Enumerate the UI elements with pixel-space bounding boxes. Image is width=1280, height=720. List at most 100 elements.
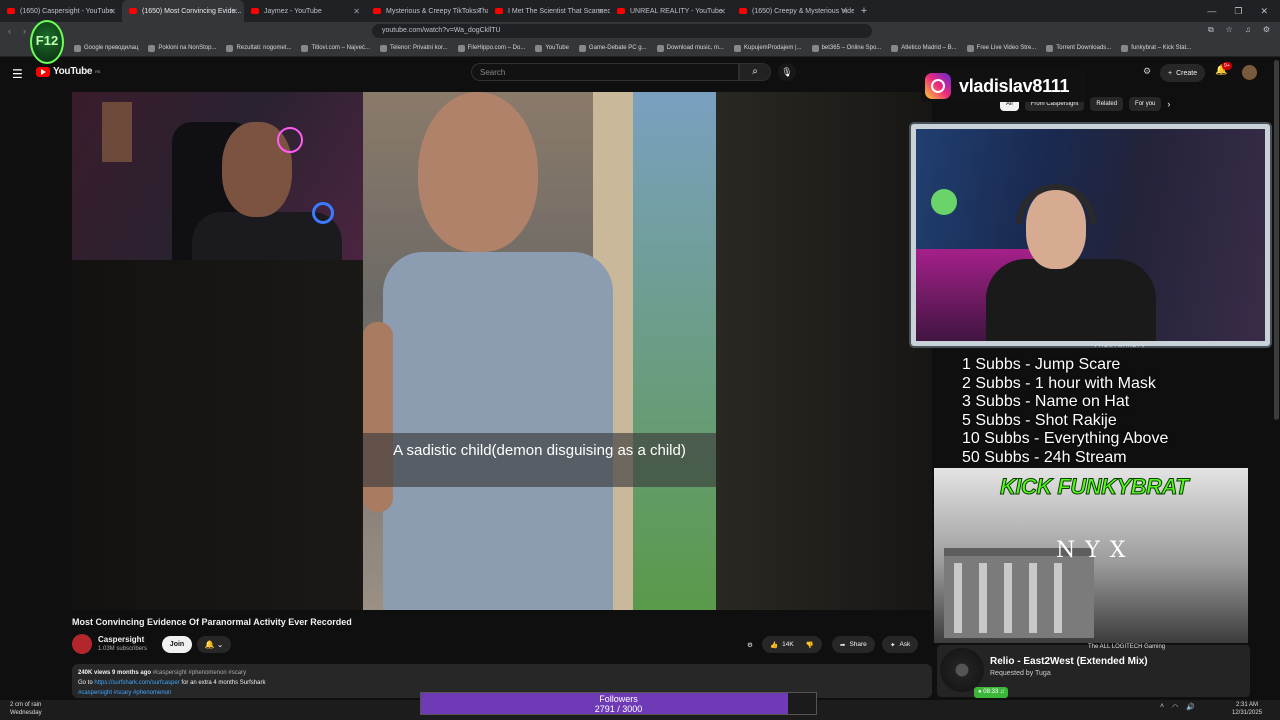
bookmark-item[interactable]: Telenor: Privatni kor... [379,44,448,52]
settings-icon[interactable]: ⚙ [1263,25,1270,35]
temple-column [1029,563,1037,633]
subscriber-count: 1.03M subscribers [98,646,148,652]
bookmark-star-icon[interactable]: ☆ [1226,25,1233,35]
bookmark-label: Atletico Madrid – B... [901,45,957,51]
maximize-icon[interactable]: ❐ [1234,6,1242,17]
plus-icon: + [1168,69,1173,77]
bookmark-item[interactable]: bet365 – Online Spo... [811,44,881,52]
tab-title: (1650) Most Convincing Evide... [142,7,242,15]
hamburger-menu-icon[interactable]: ☰ [12,67,23,81]
bookmark-item[interactable]: KupujemProdajem |... [733,44,802,52]
search-input[interactable]: Search [471,63,739,81]
bookmark-favicon-icon [891,44,899,52]
tab-close-icon[interactable]: ✕ [719,7,726,16]
desc-link[interactable]: https://surfshark.com/surfcasper [94,680,179,686]
weather-widget[interactable]: 2 cm of rain Wednesday [10,701,42,717]
tab-title: (1650) Caspersight - YouTube [20,7,114,15]
bookmark-item[interactable]: YouTube [535,44,569,52]
nyx-logo-text: NYX [1056,538,1136,563]
share-button[interactable]: ➦ Share [832,636,875,653]
reactor-webcam [72,92,363,260]
cast-icon[interactable]: ⚙ [1143,66,1151,77]
browser-tab[interactable]: I Met The Scientist That Scanned Bri...✕ [488,0,610,22]
search-icon: ⌕ [752,66,758,77]
channel-logo: F12 [30,20,64,64]
join-button[interactable]: Join [162,636,192,653]
bookmark-label: FileHippo.com – Do... [467,45,526,51]
new-tab-button[interactable]: + [854,5,874,17]
video-person-shirt [383,252,613,610]
tab-close-icon[interactable]: ✕ [475,7,482,16]
video-frame [363,92,716,610]
tab-close-icon[interactable]: ✕ [109,7,116,16]
bell-icon: 🔔 ⌄ [204,640,224,649]
channel-avatar[interactable] [72,634,92,654]
chips-next-icon[interactable]: › [1167,99,1170,109]
bookmark-item[interactable]: Titlovi.com – Najveć... [301,44,370,52]
browser-tab[interactable]: Jaymez - YouTube ✕ [244,0,366,22]
notification-count-badge: 9+ [1222,62,1232,70]
bookmark-favicon-icon [656,44,664,52]
address-bar-icons: ⧉ ☆ ♫ ⚙ [1208,25,1270,35]
bookmark-favicon-icon [226,44,234,52]
thumbs-down-icon[interactable]: 👎 [806,641,814,649]
bookmark-label: Pokloni na NonStop... [158,45,217,51]
browser-tab[interactable]: (1650) Most Convincing Evide... ✕ [122,0,244,22]
gear-overlay-icon[interactable]: ⚙ [747,636,753,653]
share-label: Share [849,641,867,648]
tab-close-icon[interactable]: ✕ [353,7,360,16]
bookmark-item[interactable]: Rezultati: nogomet... [226,44,291,52]
bookmark-item[interactable]: Google преводилац [74,44,138,52]
bookmark-item[interactable]: funkybrat – Kick Stat... [1121,44,1191,52]
page-scrollbar[interactable] [1274,60,1279,420]
like-button[interactable]: 👍 14K 👎 [762,636,822,653]
ask-button[interactable]: ✦ Ask [882,636,919,653]
back-icon[interactable]: ‹ [8,26,11,37]
create-label: Create [1176,69,1198,77]
subscribe-bell-button[interactable]: 🔔 ⌄ [197,636,231,653]
voice-search-button[interactable]: 🎙 [778,63,796,81]
filter-chip[interactable]: For you [1129,97,1162,111]
browser-tab[interactable]: (1650) Creepy & Mysterious Videos I...✕ [732,0,854,22]
desc-suffix: for an extra 4 months Surfshark [181,680,266,686]
bookmark-label: Free Live Video Stre... [976,45,1037,51]
frame-tag: · FROSTMARETV · [1090,343,1151,349]
youtube-logo[interactable]: YouTube RS [36,66,100,77]
create-button[interactable]: + Create [1160,64,1206,82]
bookmark-item[interactable]: Pokloni na NonStop... [148,44,217,52]
music-icon[interactable]: ♫ [1245,25,1251,35]
volume-icon[interactable]: 🔊 [1186,703,1195,711]
system-clock[interactable]: 2:31 AM 12/31/2025 [1232,701,1262,717]
browser-tab[interactable]: Mysterious & Creepy TikToks That'll...✕ [366,0,488,22]
wifi-icon[interactable]: ◠ [1172,703,1178,711]
forward-icon[interactable]: › [23,26,26,37]
browser-tab-strip: (1650) Caspersight - YouTube ✕ (1650) Most… [0,0,1280,22]
youtube-favicon-icon [495,8,503,14]
tab-close-icon[interactable]: ✕ [841,7,848,16]
browser-tab[interactable]: UNREAL REALITY - YouTube ✕ [610,0,732,22]
user-avatar[interactable] [1242,65,1257,80]
youtube-play-icon [36,66,50,77]
song-title: Relio - East2West (Extended Mix) [990,656,1148,667]
chevron-up-icon[interactable]: ˄ [1160,703,1164,711]
bookmark-item[interactable]: FileHippo.com – Do... [457,44,526,52]
tab-close-icon[interactable]: ✕ [231,7,238,16]
recommended-channel[interactable]: The ALL LOGITECH Gaming [1088,644,1165,650]
bookmark-item[interactable]: Atletico Madrid – B... [891,44,957,52]
tab-close-icon[interactable]: ✕ [597,7,604,16]
channel-name[interactable]: Caspersight [98,635,144,644]
bookmark-item[interactable]: Game-Debate PC g... [578,44,647,52]
browser-tab[interactable]: (1650) Caspersight - YouTube ✕ [0,0,122,22]
bookmark-item[interactable]: Free Live Video Stre... [966,44,1037,52]
filter-chip[interactable]: Related [1090,97,1124,111]
minimize-icon[interactable]: — [1207,6,1216,16]
close-icon[interactable]: ✕ [1260,6,1268,17]
sparkle-icon: ✦ [890,641,896,649]
url-field[interactable]: youtube.com/watch?v=Wa_dogCkllTU [372,24,872,38]
search-button[interactable]: ⌕ [739,63,771,81]
bookmark-item[interactable]: Torrent Downloads... [1046,44,1111,52]
bookmark-item[interactable]: Download music, m... [656,44,724,52]
temple-column [1004,563,1012,633]
video-caption: A sadistic child(demon disguising as a c… [363,433,716,487]
extensions-icon[interactable]: ⧉ [1208,25,1214,35]
